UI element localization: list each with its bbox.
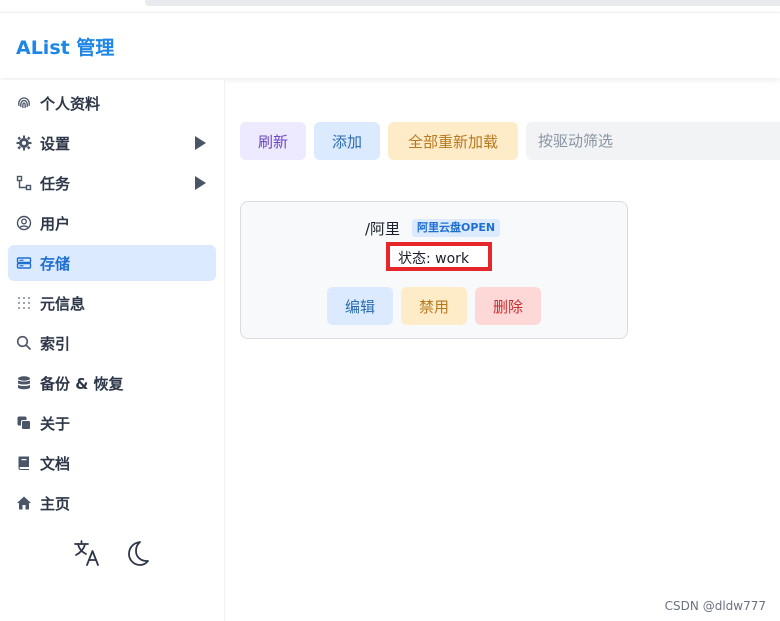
sidebar-item-label: 存储: [40, 255, 71, 273]
sidebar-bottom-controls: [72, 538, 162, 568]
app-title[interactable]: AList 管理: [16, 33, 114, 60]
browser-address-bar[interactable]: [145, 0, 780, 6]
storage-status: 状态: work: [398, 251, 470, 267]
status-highlight-box: 状态: work: [386, 242, 492, 271]
sidebar-item-storage[interactable]: 存储: [8, 245, 216, 281]
sidebar-item-home[interactable]: 主页: [8, 485, 216, 521]
user-circle-icon: [16, 215, 32, 231]
moon-icon[interactable]: [122, 538, 152, 568]
metadata-icon: [16, 295, 32, 311]
sidebar-item-label: 个人资料: [40, 95, 101, 113]
tasks-icon: [16, 175, 32, 191]
sidebar-item-profile[interactable]: 个人资料: [8, 85, 216, 121]
sidebar-item-settings[interactable]: 设置: [8, 125, 216, 161]
sidebar-item-about[interactable]: 关于: [8, 405, 216, 441]
sidebar-item-tasks[interactable]: 任务: [8, 165, 216, 201]
main-content: 刷新 添加 全部重新加载 /阿里 阿里云盘OPEN 状态: work 编辑 禁用…: [226, 80, 780, 621]
delete-button[interactable]: 删除: [475, 287, 541, 325]
add-storage-button[interactable]: 添加: [314, 122, 380, 160]
sidebar-item-label: 元信息: [40, 295, 86, 313]
edit-button[interactable]: 编辑: [327, 287, 393, 325]
watermark: CSDN @dldw777: [664, 599, 766, 613]
sidebar-item-label: 设置: [40, 135, 71, 153]
reload-all-button[interactable]: 全部重新加载: [388, 122, 518, 160]
search-icon: [16, 335, 32, 351]
driver-badge: 阿里云盘OPEN: [412, 219, 501, 237]
book-icon: [16, 455, 32, 471]
chevron-right-icon: [195, 136, 206, 150]
browser-tab-area: [0, 0, 145, 6]
app-header: AList 管理: [0, 12, 780, 78]
sidebar-item-docs[interactable]: 文档: [8, 445, 216, 481]
home-icon: [16, 495, 32, 511]
gear-icon: [16, 135, 32, 151]
chevron-right-icon: [195, 176, 206, 190]
sidebar-item-metadata[interactable]: 元信息: [8, 285, 216, 321]
sidebar-item-label: 备份 & 恢复: [40, 375, 124, 393]
sidebar-item-label: 用户: [40, 215, 71, 233]
sidebar: 个人资料 设置 任务 用户 存储 元信息 索引 备份 & 恢复 关于 文档 主页: [0, 80, 225, 621]
sidebar-item-label: 任务: [40, 175, 71, 193]
storage-card: /阿里 阿里云盘OPEN 状态: work 编辑 禁用 删除: [240, 201, 628, 339]
sidebar-item-backup-restore[interactable]: 备份 & 恢复: [8, 365, 216, 401]
copy-icon: [16, 415, 32, 431]
storage-icon: [16, 255, 32, 271]
database-icon: [16, 375, 32, 391]
driver-filter-input[interactable]: [526, 122, 780, 160]
refresh-button[interactable]: 刷新: [240, 122, 306, 160]
storage-mount-path: /阿里: [365, 220, 401, 238]
browser-top-strip: [0, 0, 780, 12]
sidebar-item-index[interactable]: 索引: [8, 325, 216, 361]
translate-icon[interactable]: [72, 538, 102, 568]
sidebar-item-label: 索引: [40, 335, 71, 353]
sidebar-item-label: 文档: [40, 455, 71, 473]
sidebar-item-label: 关于: [40, 415, 71, 433]
sidebar-item-label: 主页: [40, 495, 71, 513]
disable-button[interactable]: 禁用: [401, 287, 467, 325]
fingerprint-icon: [16, 95, 32, 111]
sidebar-item-users[interactable]: 用户: [8, 205, 216, 241]
